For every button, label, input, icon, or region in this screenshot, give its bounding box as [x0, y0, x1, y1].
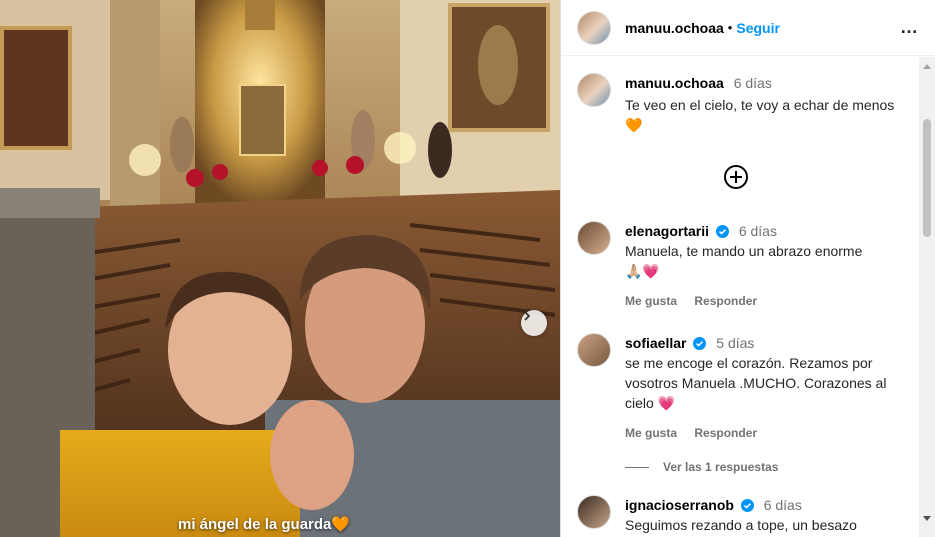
commenter-avatar[interactable] [577, 495, 611, 529]
scroll-up-arrow-icon[interactable] [923, 64, 931, 69]
author-username[interactable]: manuu.ochoaa [625, 20, 724, 36]
post-side-panel: manuu.ochoaa • Seguir … manuu.ochoaa 6 d… [560, 0, 935, 537]
photo-caption: mi ángel de la guarda🧡 [178, 515, 350, 533]
commenter-avatar[interactable] [577, 333, 611, 367]
owner-comment-text: Te veo en el cielo, te voy a echar de me… [625, 97, 895, 113]
chevron-right-icon [524, 311, 531, 321]
replies-divider-line [625, 466, 649, 468]
author-avatar[interactable] [577, 10, 611, 45]
caption-text: mi ángel de la guarda [178, 516, 332, 533]
owner-comment-time[interactable]: 6 días [734, 75, 772, 91]
comment-emoji: 🙏🏼💗 [625, 263, 660, 279]
comment-item: sofiaellar 5 días se me encoge el corazó… [561, 333, 919, 443]
comments-list: manuu.ochoaa 6 días Te veo en el cielo, … [561, 57, 919, 537]
owner-username[interactable]: manuu.ochoaa [625, 75, 724, 91]
verified-badge-icon [740, 499, 754, 512]
comment-time[interactable]: 6 días [739, 223, 777, 239]
more-options-icon[interactable]: … [900, 17, 919, 38]
commenter-avatar[interactable] [577, 221, 611, 255]
next-photo-button[interactable] [521, 310, 547, 336]
follow-button[interactable]: Seguir [736, 20, 780, 36]
reply-button[interactable]: Responder [694, 294, 757, 308]
owner-comment-emoji: 🧡 [625, 117, 643, 133]
view-replies-button[interactable]: Ver las 1 respuestas [625, 460, 778, 474]
comment-text: Seguimos rezando a tope, un besazo [625, 517, 857, 533]
view-replies-label: Ver las 1 respuestas [663, 460, 779, 474]
like-comment-button[interactable]: Me gusta [625, 426, 677, 440]
comment-time[interactable]: 5 días [716, 335, 754, 351]
owner-comment: manuu.ochoaa 6 días Te veo en el cielo, … [561, 73, 919, 135]
post-photo: mi ángel de la guarda🧡 [0, 0, 560, 537]
comment-item: elenagortarii 6 días Manuela, te mando u… [561, 221, 919, 311]
commenter-username[interactable]: sofiaellar [625, 335, 686, 351]
church-selfie-image [0, 0, 560, 537]
caption-heart-emoji: 🧡 [331, 516, 351, 533]
like-comment-button[interactable]: Me gusta [625, 294, 677, 308]
owner-avatar[interactable] [577, 73, 611, 107]
scroll-thumb[interactable] [923, 119, 931, 237]
verified-badge-icon [715, 225, 729, 238]
commenter-username[interactable]: ignacioserranob [625, 497, 734, 513]
comments-scrollbar[interactable] [919, 57, 935, 537]
verified-badge-icon [693, 337, 707, 350]
plus-circle-icon [724, 165, 748, 189]
commenter-username[interactable]: elenagortarii [625, 223, 709, 239]
comment-emoji: 💗 [657, 395, 676, 411]
comment-item: ignacioserranob 6 días Seguimos rezando … [561, 495, 919, 535]
comment-text: Manuela, te mando un abrazo enorme [625, 243, 863, 259]
comment-time[interactable]: 6 días [764, 497, 802, 513]
post-header: manuu.ochoaa • Seguir … [561, 0, 935, 56]
reply-button[interactable]: Responder [694, 426, 757, 440]
load-more-comments-button[interactable] [723, 164, 749, 195]
scroll-down-arrow-icon[interactable] [923, 516, 931, 521]
separator-dot: • [727, 20, 733, 35]
